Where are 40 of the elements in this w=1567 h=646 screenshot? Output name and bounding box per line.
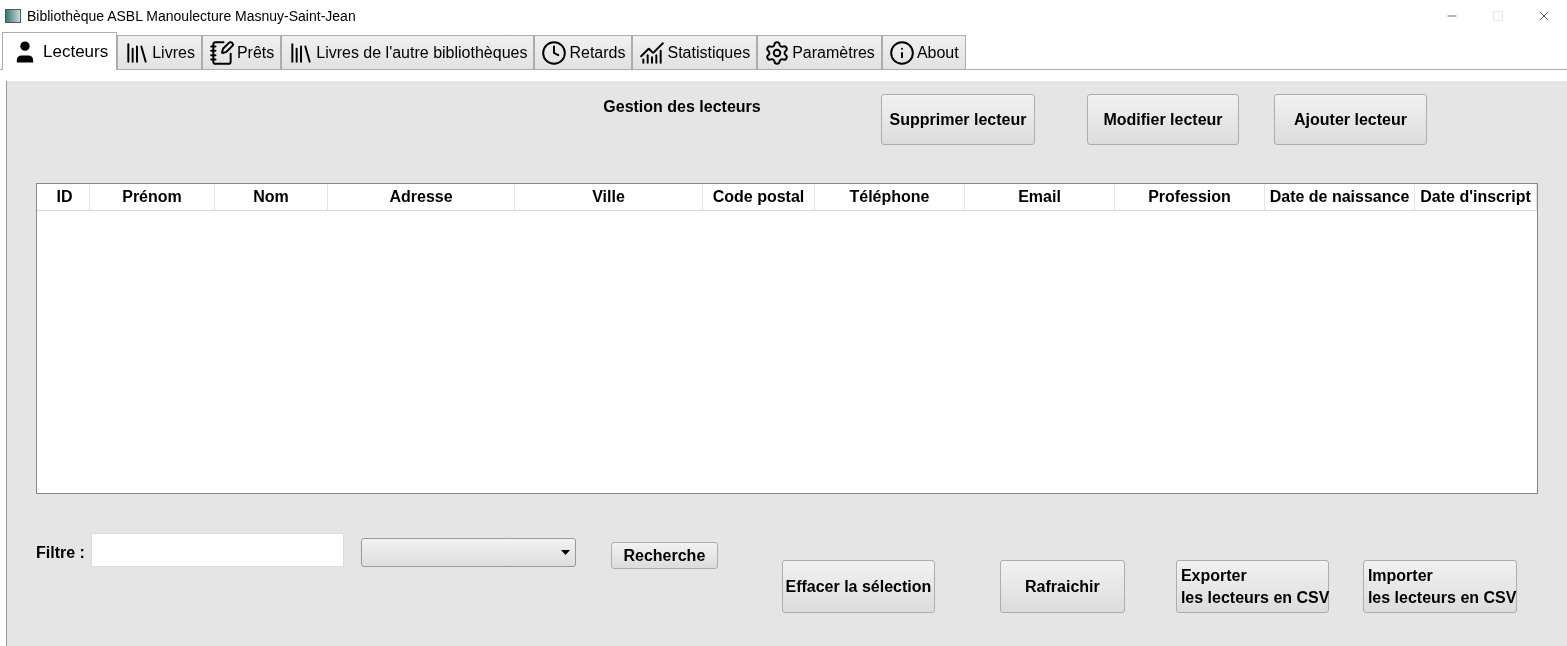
app-icon <box>5 9 21 23</box>
maximize-icon <box>1492 10 1504 22</box>
action-button[interactable]: Rafraichir <box>999 560 1125 613</box>
tab[interactable]: Livres de l'autre bibliothèques <box>281 35 535 69</box>
section-heading: Gestion des lecteurs <box>602 97 762 117</box>
column-header[interactable]: Prénom <box>90 184 215 210</box>
column-header[interactable]: Code postal <box>703 184 815 210</box>
column-header[interactable]: Nom <box>215 184 328 210</box>
delete-reader-button[interactable]: Supprimer lecteur <box>881 94 1035 145</box>
tab[interactable]: Livres <box>117 35 202 69</box>
window-title: Bibliothèque ASBL Manoulecture Masnuy-Saint-Jean <box>27 6 356 26</box>
column-header[interactable]: Ville <box>515 184 703 210</box>
action-button[interactable]: Exporter les lecteurs en CSV <box>1175 560 1329 613</box>
tab[interactable]: Statistiques <box>632 35 758 69</box>
column-header[interactable]: Profession <box>1115 184 1265 210</box>
tab[interactable]: Paramètres <box>757 35 882 69</box>
filter-label: Filtre : <box>36 543 85 563</box>
gear-icon <box>764 39 791 66</box>
tab[interactable]: Prêts <box>201 35 282 69</box>
dropdown-arrow-icon <box>560 550 570 555</box>
clock-icon <box>541 39 568 66</box>
chart-icon <box>639 39 666 66</box>
notepad-icon <box>208 39 235 66</box>
column-header[interactable]: Email <box>965 184 1115 210</box>
action-button[interactable]: Importer les lecteurs en CSV <box>1362 560 1517 613</box>
column-header[interactable]: Date d'inscript <box>1415 184 1537 210</box>
tab[interactable]: Retards <box>534 35 633 69</box>
column-header[interactable]: Date de naissance <box>1265 184 1415 210</box>
add-reader-button[interactable]: Ajouter lecteur <box>1274 94 1427 145</box>
column-header[interactable]: Adresse <box>328 184 515 210</box>
tab[interactable]: About <box>881 35 966 69</box>
info-icon <box>888 39 915 66</box>
action-button[interactable]: Effacer la sélection <box>781 560 935 613</box>
edit-reader-button[interactable]: Modifier lecteur <box>1087 94 1239 145</box>
column-header[interactable]: ID <box>40 184 90 210</box>
filter-input[interactable] <box>90 533 344 567</box>
search-button[interactable]: Recherche <box>610 542 718 569</box>
tab[interactable]: Lecteurs <box>2 32 118 70</box>
filter-dropdown[interactable] <box>360 538 576 567</box>
column-header[interactable]: Téléphone <box>815 184 965 210</box>
